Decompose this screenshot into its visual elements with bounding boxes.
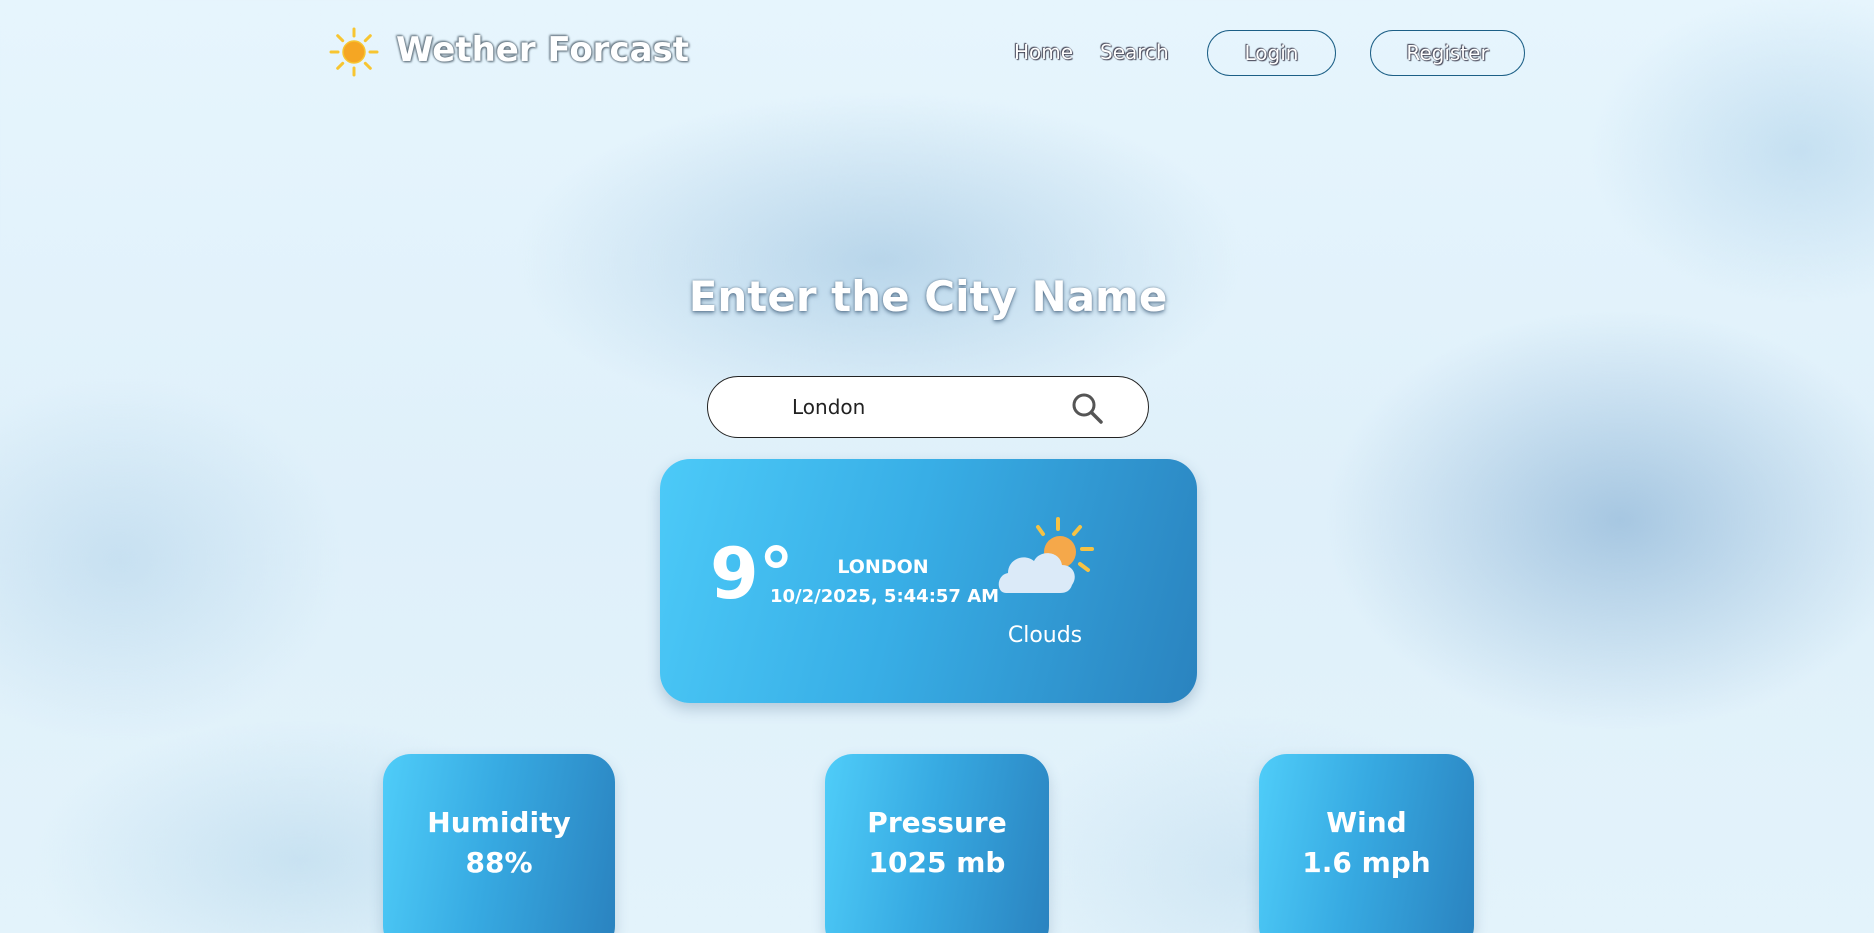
humidity-label: Humidity [427,806,571,839]
sun-icon [329,27,379,77]
weather-card: 9° LONDON 10/2/2025, 5:44:57 AM Clouds [660,459,1197,703]
wind-value: 1.6 mph [1302,846,1431,879]
nav-link-search[interactable]: Search [1100,40,1169,64]
wind-label: Wind [1326,806,1407,839]
login-button[interactable]: Login [1207,30,1336,76]
pressure-label: Pressure [867,806,1007,839]
pressure-card: Pressure 1025 mb [825,754,1049,933]
weather-condition: Clouds [1007,623,1083,648]
register-button[interactable]: Register [1370,30,1525,76]
wind-card: Wind 1.6 mph [1259,754,1474,933]
date-time: 10/2/2025, 5:44:57 AM [770,586,1000,607]
city-name: LONDON [837,556,929,578]
search-icon[interactable] [1070,391,1104,425]
search-input[interactable] [792,391,1042,423]
nav-link-home[interactable]: Home [1014,40,1073,64]
pressure-value: 1025 mb [868,846,1006,879]
search-bar [707,376,1149,438]
partly-cloudy-icon [998,517,1094,593]
humidity-card: Humidity 88% [383,754,615,933]
brand-title[interactable]: Wether Forcast [396,30,689,70]
humidity-value: 88% [465,846,533,879]
page-title: Enter the City Name [688,272,1168,321]
